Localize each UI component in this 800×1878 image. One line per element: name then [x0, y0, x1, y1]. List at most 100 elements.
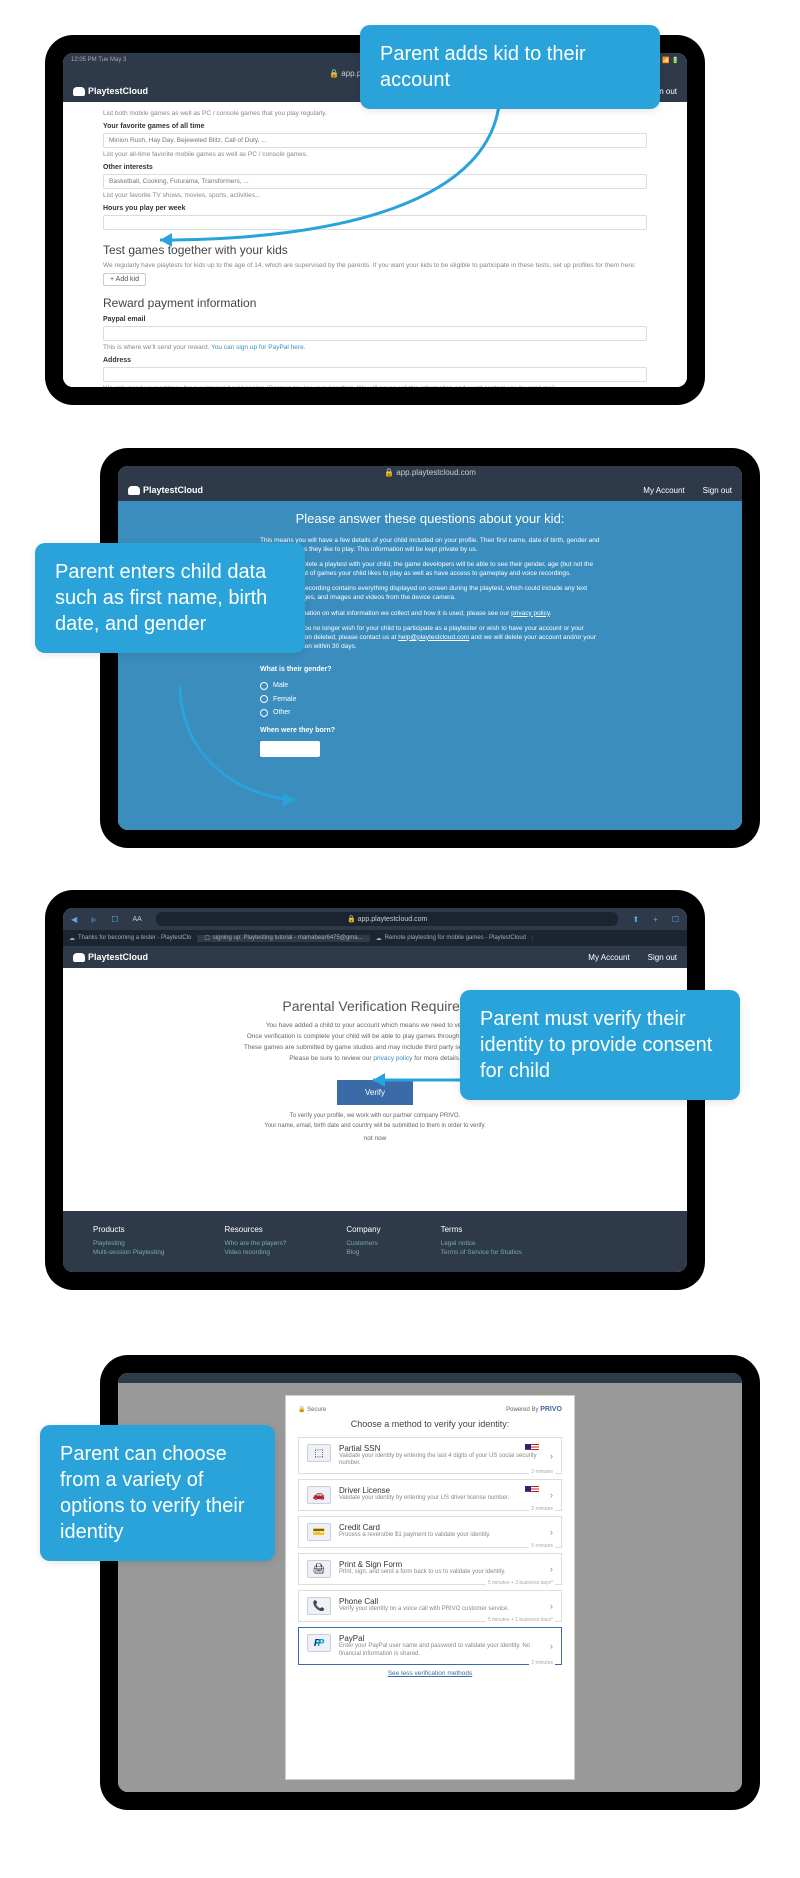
footer-link[interactable]: Customers: [346, 1240, 380, 1247]
tab-2[interactable]: ☐signing up: Playtesting tutorial - mama…: [198, 935, 369, 942]
method-desc: Validate your identity by entering your …: [339, 1495, 542, 1502]
tabs-icon[interactable]: ☐: [672, 915, 679, 924]
method-time: 2 minutes: [529, 1506, 555, 1512]
chevron-right-icon: ›: [550, 1641, 553, 1651]
paypal-signup-link[interactable]: You can sign up for PayPal here.: [211, 344, 305, 351]
input-address[interactable]: [103, 367, 647, 382]
label-other-interests: Other interests: [103, 164, 647, 171]
privacy-policy-link[interactable]: privacy policy: [373, 1055, 412, 1062]
us-flag-icon: [525, 1444, 539, 1452]
footer: ProductsPlaytestingMulti-session Playtes…: [63, 1211, 687, 1272]
sidebar-icon[interactable]: ☐: [111, 915, 118, 924]
method-name: Partial SSN: [339, 1444, 542, 1453]
label-female: Female: [273, 695, 296, 705]
method-name: Print & Sign Form: [339, 1560, 542, 1569]
nav-sign-out[interactable]: Sign out: [648, 953, 677, 962]
footer-link[interactable]: Who are the players?: [225, 1240, 287, 1247]
powered-by: Powered By PRIVO: [506, 1406, 562, 1413]
v-sub2: Your name, email, birth date and country…: [143, 1123, 607, 1129]
method-print-sign-form[interactable]: 🖨 Print & Sign FormPrint, sign, and send …: [298, 1553, 562, 1585]
chevron-right-icon: ›: [550, 1490, 553, 1500]
cloud-icon: ☁: [69, 935, 75, 942]
help-text: List both mobile games as well as PC / c…: [103, 110, 647, 117]
footer-link[interactable]: Terms of Service for Studios: [441, 1249, 522, 1256]
verify-button[interactable]: Verify: [337, 1080, 413, 1105]
brand-name: PlaytestCloud: [88, 86, 148, 96]
footer-link[interactable]: Video recording: [225, 1249, 287, 1256]
share-icon[interactable]: ⬆: [632, 915, 639, 924]
radio-female[interactable]: Female: [260, 695, 600, 705]
method-credit-card[interactable]: 💳 Credit CardProcess a reversible $1 paym…: [298, 1516, 562, 1548]
add-kid-button[interactable]: + Add kid: [103, 273, 146, 286]
method-partial-ssn[interactable]: ⬚ Partial SSNValidate your identity by en…: [298, 1437, 562, 1474]
footer-link[interactable]: Legal notice: [441, 1240, 522, 1247]
cloud-icon: [128, 486, 140, 495]
method-desc: Print, sign, and send a form back to us …: [339, 1569, 542, 1576]
status-time: 12:05 PM Tue May 3: [71, 57, 126, 63]
see-less-link[interactable]: See less verification methods: [298, 1670, 562, 1677]
nav-bar: PlaytestCloud My Account Sign out: [118, 479, 742, 501]
method-desc: Enter your PayPal user name and password…: [339, 1643, 542, 1657]
new-tab-icon[interactable]: +: [653, 915, 658, 924]
method-icon: 💳: [307, 1523, 331, 1541]
method-driver-license[interactable]: 🚗Driver LicenseValidate your identity by…: [298, 1479, 562, 1511]
logo: PlaytestCloud: [128, 485, 203, 495]
nav-sign-out[interactable]: Sign out: [703, 486, 732, 495]
help-fav: List your all-time favorite mobile games…: [103, 151, 647, 158]
forward-icon[interactable]: ▶: [91, 915, 97, 924]
footer-h-company: Company: [346, 1225, 380, 1234]
method-name: Credit Card: [339, 1523, 542, 1532]
method-icon: 🖨: [307, 1560, 331, 1578]
method-phone-call[interactable]: 📞Phone CallVerify your identity on a voi…: [298, 1590, 562, 1622]
input-hours[interactable]: [103, 215, 647, 230]
method-time: 5 minutes + 1 business days*: [486, 1617, 555, 1623]
url-bar: [118, 1373, 742, 1383]
method-name: Phone Call: [339, 1597, 542, 1606]
info-p4: For more information on what information…: [260, 609, 600, 618]
method-desc: Process a reversible $1 payment to valid…: [339, 1532, 542, 1539]
input-paypal[interactable]: [103, 326, 647, 341]
footer-link[interactable]: Playtesting: [93, 1240, 165, 1247]
method-icon: ⬚: [307, 1444, 331, 1462]
label-other: Other: [273, 708, 291, 718]
tablet-4: 🔒 Secure Powered By PRIVO Choose a metho…: [100, 1355, 760, 1810]
help-email-link[interactable]: help@playtestcloud.com: [398, 634, 469, 641]
radio-other[interactable]: Other: [260, 708, 600, 718]
input-birthdate[interactable]: [260, 741, 320, 757]
us-flag-icon: [525, 1486, 539, 1494]
profile-content: List both mobile games as well as PC / c…: [63, 102, 687, 387]
callout-child-data: Parent enters child data such as first n…: [35, 543, 305, 653]
input-other-interests[interactable]: [103, 174, 647, 189]
method-icon: 📞: [307, 1597, 331, 1615]
logo: PlaytestCloud: [73, 86, 148, 96]
info-p5: If at any point you no longer wish for y…: [260, 624, 600, 651]
method-paypal[interactable]: PPPayPalEnter your PayPal user name and …: [298, 1627, 562, 1664]
cloud-icon: [73, 87, 85, 96]
privacy-policy-link[interactable]: privacy policy: [511, 610, 550, 617]
nav-my-account[interactable]: My Account: [588, 953, 629, 962]
privo-logo: PRIVO: [540, 1406, 562, 1413]
tab-3[interactable]: ☁Remote playtesting for mobile games - P…: [370, 935, 533, 942]
back-icon[interactable]: ◀: [71, 915, 77, 924]
footer-link[interactable]: Multi-session Playtesting: [93, 1249, 165, 1256]
method-name: PayPal: [339, 1634, 542, 1643]
text-size-icon[interactable]: AA: [132, 916, 141, 923]
radio-male[interactable]: Male: [260, 681, 600, 691]
nav-my-account[interactable]: My Account: [643, 486, 684, 495]
label-paypal: Paypal email: [103, 316, 647, 323]
label-gender: What is their gender?: [260, 665, 600, 675]
tab-1[interactable]: ☁Thanks for becoming a tester - Playtest…: [63, 935, 198, 942]
nav-bar: PlaytestCloud My Account Sign out: [63, 946, 687, 968]
browser-toolbar: ◀ ▶ ☐ AA 🔒 app.playtestcloud.com ⬆ + ☐: [63, 908, 687, 930]
status-icons: 📶 🔋: [662, 57, 679, 64]
not-now-link[interactable]: not now: [143, 1135, 607, 1142]
url-bar: 🔒 app.playtestcloud.com: [118, 466, 742, 479]
cloud-icon: ☁: [376, 935, 382, 942]
method-desc: Validate your identity by entering the l…: [339, 1453, 542, 1467]
help-paypal: This is where we'll send your reward. Yo…: [103, 344, 647, 351]
address-bar[interactable]: 🔒 app.playtestcloud.com: [156, 912, 619, 926]
logo: PlaytestCloud: [73, 952, 148, 962]
footer-link[interactable]: Blog: [346, 1249, 380, 1256]
label-hours: Hours you play per week: [103, 205, 647, 212]
input-favorite-games[interactable]: [103, 133, 647, 148]
